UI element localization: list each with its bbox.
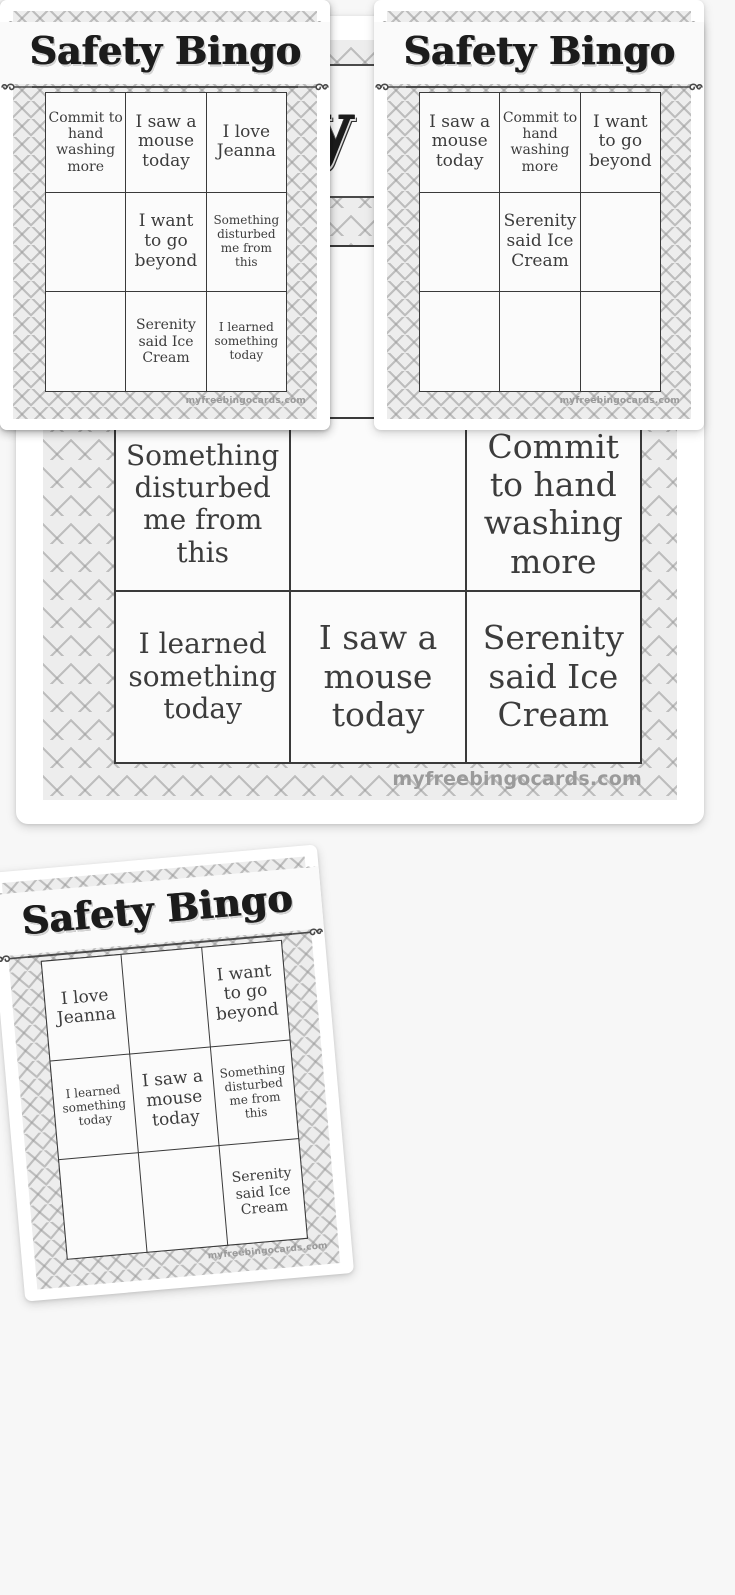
bingo-cell-empty[interactable] — [59, 1153, 147, 1259]
flourish-left-icon — [375, 83, 406, 91]
watermark: myfreebingocards.com — [559, 396, 680, 406]
rule-bar — [32, 86, 298, 88]
bingo-grid[interactable]: Commit to hand washing more I saw a mouse… — [45, 92, 287, 392]
bingo-cell[interactable]: I learned something today — [50, 1054, 139, 1160]
bingo-grid[interactable]: I saw a mouse today Commit to hand washin… — [419, 92, 661, 392]
bingo-cell[interactable]: I saw a mouse today — [291, 591, 465, 762]
bingo-cell-empty[interactable] — [291, 419, 465, 590]
watermark: myfreebingocards.com — [185, 396, 306, 406]
bingo-cell-empty[interactable] — [46, 192, 126, 292]
flourish-right-icon — [298, 83, 329, 91]
bingo-cell-empty[interactable] — [139, 1146, 227, 1252]
bingo-cell[interactable]: I love Jeanna — [206, 93, 286, 192]
bingo-cell[interactable]: I want to go beyond — [580, 93, 660, 192]
thumbnail-card-4[interactable]: Safety Bingo Commit to hand washing more I… — [0, 0, 330, 430]
thumbnail-title: Safety Bingo — [403, 28, 675, 73]
bingo-cell[interactable]: I want to go beyond — [126, 192, 206, 292]
bingo-cell[interactable]: Something disturbed me from this — [206, 192, 286, 292]
bingo-cell[interactable]: Serenity said Ice Cream — [219, 1139, 307, 1245]
flourish-left-icon — [1, 83, 32, 91]
bingo-cell[interactable]: Serenity said Ice Cream — [126, 292, 206, 391]
bingo-cell[interactable]: I learned something today — [116, 591, 290, 762]
bingo-cell[interactable]: I love Jeanna — [41, 954, 130, 1061]
thumbnail-title: Safety Bingo — [29, 28, 301, 73]
bingo-cell[interactable]: Commit to hand washing more — [46, 93, 126, 192]
bingo-cell-empty[interactable] — [580, 292, 660, 391]
bingo-cell[interactable]: Commit to hand washing more — [500, 93, 580, 192]
thumbnail-card-1[interactable]: Safety Bingo I love Jeanna I want to go be… — [0, 844, 355, 1302]
bingo-cell-empty[interactable] — [580, 192, 660, 292]
bingo-cell[interactable]: Serenity said Ice Cream — [500, 192, 580, 292]
bingo-cell-empty[interactable] — [121, 947, 210, 1054]
bingo-cell[interactable]: I want to go beyond — [201, 940, 290, 1047]
bingo-cell-empty[interactable] — [46, 292, 126, 391]
watermark: myfreebingocards.com — [392, 768, 642, 790]
rule-bar — [406, 86, 672, 88]
bingo-cell[interactable]: I learned something today — [206, 292, 286, 391]
bingo-cell[interactable]: I saw a mouse today — [130, 1047, 219, 1153]
bingo-cell[interactable]: Commit to hand washing more — [466, 419, 640, 590]
flourish-left-icon — [0, 955, 28, 963]
bingo-cell[interactable]: Serenity said Ice Cream — [466, 591, 640, 762]
bingo-grid[interactable]: I love Jeanna I want to go beyond I learne… — [40, 939, 308, 1260]
bingo-cell[interactable]: I saw a mouse today — [126, 93, 206, 192]
flourish-right-icon — [672, 83, 703, 91]
bingo-preview-page: Safety Bingo I love JeannaI want to go b… — [0, 0, 735, 1595]
bingo-cell-empty[interactable] — [420, 292, 500, 391]
bingo-cell-empty[interactable] — [500, 292, 580, 391]
thumbnail-card-2[interactable]: Safety Bingo I saw a mouse today Commit to… — [374, 0, 704, 430]
bingo-cell-empty[interactable] — [420, 192, 500, 292]
bingo-cell[interactable]: Something disturbed me from this — [210, 1040, 299, 1146]
bingo-cell[interactable]: I saw a mouse today — [420, 93, 500, 192]
flourish-right-icon — [291, 928, 323, 936]
bingo-cell[interactable]: Something disturbed me from this — [116, 419, 290, 590]
